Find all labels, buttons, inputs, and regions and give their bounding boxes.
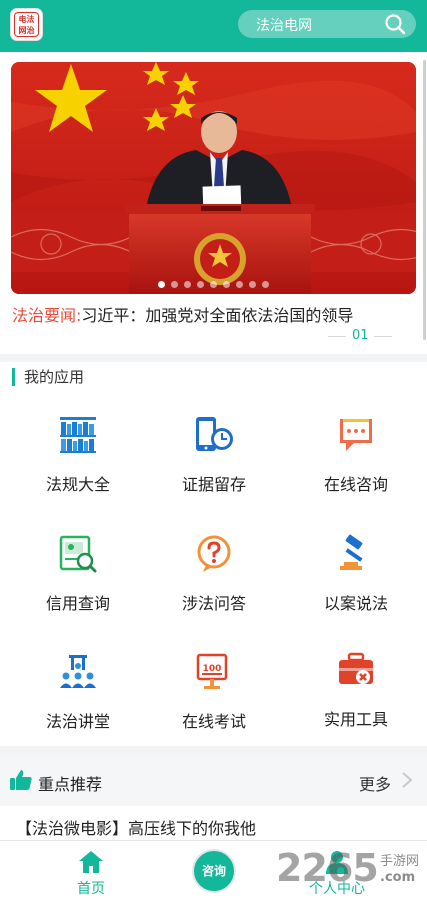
app-item-law-library[interactable]: 法规大全 — [7, 415, 149, 525]
banner-dot[interactable] — [171, 281, 178, 288]
app-label: 证据留存 — [181, 475, 246, 494]
scrollbar[interactable] — [423, 60, 426, 340]
chat-consult-icon — [340, 419, 372, 451]
svg-text:100: 100 — [203, 664, 222, 674]
headline[interactable]: 法治要闻:习近平：加强党对全面依法治国的领导 — [12, 302, 353, 326]
section-divider — [0, 354, 427, 362]
banner-dot[interactable] — [223, 281, 230, 288]
thumbs-up-icon — [10, 770, 32, 790]
tab-home[interactable]: 首页 — [20, 841, 162, 900]
more-link[interactable]: 更多 — [359, 771, 391, 795]
search-icon[interactable] — [384, 13, 406, 35]
pager-line-left — [328, 336, 346, 337]
chevron-right-icon[interactable] — [400, 771, 414, 789]
app-label: 法规大全 — [45, 475, 110, 494]
headline-tag: 法治要闻: — [12, 306, 82, 325]
apps-section-title: 我的应用 — [12, 368, 84, 386]
app-logo[interactable]: 电法 网治 — [10, 8, 43, 41]
search-placeholder: 法治电网 — [256, 18, 312, 34]
recommend-item[interactable]: 【法治微电影】高压线下的你我他 — [16, 815, 256, 839]
headline-text: 习近平：加强党对全面依法治国的领导 — [81, 306, 354, 325]
recommend-title: 重点推荐 — [38, 775, 103, 794]
lecture-hall-icon — [60, 655, 96, 688]
consult-button[interactable]: 咨询 — [192, 849, 236, 893]
law-books-icon — [60, 417, 96, 453]
app-label: 实用工具 — [323, 710, 388, 729]
app-logo-text: 电法 网治 — [14, 12, 39, 37]
app-label: 在线咨询 — [323, 475, 388, 494]
banner-pagination[interactable] — [11, 281, 416, 288]
app-label: 在线考试 — [181, 712, 246, 731]
app-label: 以案说法 — [323, 594, 388, 613]
page-indicator: 01 — [328, 328, 416, 344]
tab-consult[interactable]: 咨询 — [143, 841, 285, 900]
recommend-header: 重点推荐 更多 — [0, 756, 427, 806]
credit-search-icon — [59, 535, 97, 573]
gavel-icon — [340, 534, 363, 570]
home-icon — [79, 851, 103, 873]
app-item-credit[interactable]: 信用查询 — [7, 534, 149, 644]
watermark-url: .com — [380, 870, 416, 885]
search-bar[interactable]: 法治电网 — [238, 10, 416, 38]
evidence-clock-icon — [196, 417, 233, 451]
pager-line-right — [374, 336, 392, 337]
banner-dot[interactable] — [249, 281, 256, 288]
banner-image — [11, 62, 416, 294]
banner-dot[interactable] — [184, 281, 191, 288]
app-item-consult[interactable]: 在线咨询 — [285, 415, 427, 525]
pager-number: 01 — [352, 328, 369, 343]
banner-dot[interactable] — [158, 281, 165, 288]
top-header: 电法 网治 法治电网 — [0, 0, 427, 52]
banner-dot[interactable] — [197, 281, 204, 288]
toolbox-icon — [339, 652, 373, 684]
site-watermark: 2265 手游网 .com — [276, 842, 426, 898]
banner-dot[interactable] — [262, 281, 269, 288]
banner-dot[interactable] — [210, 281, 217, 288]
question-bubble-icon — [197, 535, 231, 572]
app-item-legal-qa[interactable]: 涉法问答 — [143, 534, 285, 644]
exam-score-icon: 100 — [196, 653, 228, 689]
app-item-evidence[interactable]: 证据留存 — [143, 415, 285, 525]
watermark-number: 2265 — [276, 846, 379, 890]
app-label: 法治讲堂 — [45, 712, 110, 731]
watermark-text: 手游网 — [380, 854, 420, 869]
banner-dot[interactable] — [236, 281, 243, 288]
news-banner[interactable] — [11, 62, 416, 294]
app-label: 信用查询 — [45, 594, 110, 613]
tab-home-label: 首页 — [77, 881, 105, 897]
app-label: 涉法问答 — [181, 594, 246, 613]
app-item-case-study[interactable]: 以案说法 — [285, 534, 427, 644]
section-divider — [0, 746, 427, 756]
app-item-tools[interactable]: 实用工具 — [285, 650, 427, 760]
